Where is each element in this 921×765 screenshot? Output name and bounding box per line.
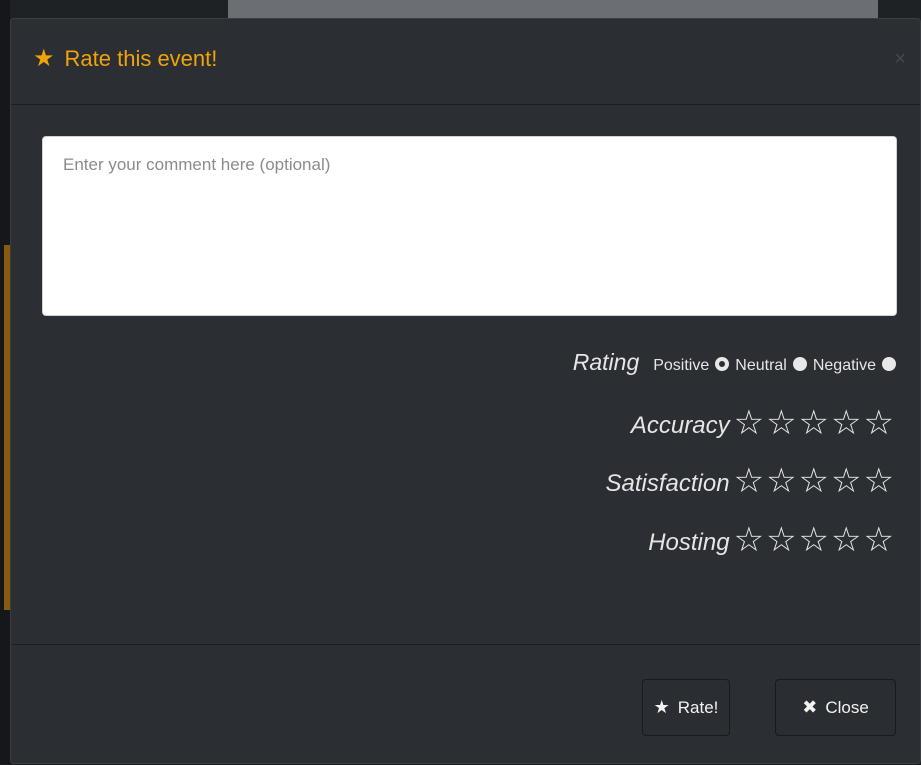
close-button[interactable]: ✖ Close bbox=[775, 679, 896, 736]
star-rating: ☆ ☆ ☆ ☆ ☆ bbox=[734, 522, 894, 558]
rating-row: Rating Positive Neutral Negative bbox=[573, 349, 896, 376]
star-outline-icon[interactable]: ☆ bbox=[734, 463, 764, 499]
modal-title: ★ Rate this event! bbox=[33, 45, 217, 73]
score-row-hosting: Hosting ☆ ☆ ☆ ☆ ☆ bbox=[648, 522, 894, 558]
rating-option-negative-radio[interactable] bbox=[882, 357, 896, 371]
star-outline-icon[interactable]: ☆ bbox=[734, 522, 764, 558]
star-outline-icon[interactable]: ☆ bbox=[766, 405, 796, 441]
rating-label: Rating bbox=[572, 349, 640, 375]
close-button-label: Close bbox=[825, 697, 869, 717]
star-outline-icon[interactable]: ☆ bbox=[734, 405, 764, 441]
modal-footer: ★ Rate! ✖ Close bbox=[11, 644, 920, 765]
modal-header: ★ Rate this event! × bbox=[11, 19, 920, 105]
rating-option-negative-label: Negative bbox=[812, 357, 876, 374]
close-icon: ✖ bbox=[802, 697, 818, 717]
star-outline-icon[interactable]: ☆ bbox=[766, 463, 796, 499]
star-outline-icon[interactable]: ☆ bbox=[799, 463, 829, 499]
star-outline-icon[interactable]: ☆ bbox=[831, 522, 861, 558]
background-header-strip bbox=[228, 0, 878, 18]
modal-title-text: Rate this event! bbox=[64, 46, 218, 71]
score-label: Satisfaction bbox=[605, 470, 730, 497]
rate-event-modal: ★ Rate this event! × Rating Positive Neu… bbox=[10, 18, 921, 764]
rating-option-neutral-radio[interactable] bbox=[792, 357, 807, 371]
comment-textarea[interactable] bbox=[42, 136, 897, 316]
star-outline-icon[interactable]: ☆ bbox=[799, 405, 829, 441]
star-outline-icon[interactable]: ☆ bbox=[831, 463, 861, 499]
rate-button[interactable]: ★ Rate! bbox=[642, 679, 730, 736]
star-outline-icon[interactable]: ☆ bbox=[831, 405, 861, 441]
rating-option-positive-radio[interactable] bbox=[715, 357, 730, 371]
star-rating: ☆ ☆ ☆ ☆ ☆ bbox=[734, 463, 894, 499]
star-rating: ☆ ☆ ☆ ☆ ☆ bbox=[734, 405, 894, 441]
star-outline-icon[interactable]: ☆ bbox=[864, 405, 894, 441]
star-icon: ★ bbox=[653, 697, 670, 717]
score-label: Accuracy bbox=[630, 412, 730, 439]
star-outline-icon[interactable]: ☆ bbox=[799, 522, 829, 558]
rating-option-neutral-label: Neutral bbox=[735, 357, 787, 374]
score-row-satisfaction: Satisfaction ☆ ☆ ☆ ☆ ☆ bbox=[606, 463, 895, 499]
rating-option-positive-label: Positive bbox=[653, 357, 710, 374]
close-icon[interactable]: × bbox=[894, 45, 906, 73]
star-outline-icon[interactable]: ☆ bbox=[766, 522, 796, 558]
star-outline-icon[interactable]: ☆ bbox=[864, 522, 894, 558]
star-outline-icon[interactable]: ☆ bbox=[864, 463, 894, 499]
score-row-accuracy: Accuracy ☆ ☆ ☆ ☆ ☆ bbox=[631, 405, 894, 441]
rate-button-label: Rate! bbox=[677, 697, 719, 717]
star-icon: ★ bbox=[33, 45, 55, 72]
score-label: Hosting bbox=[648, 529, 730, 556]
